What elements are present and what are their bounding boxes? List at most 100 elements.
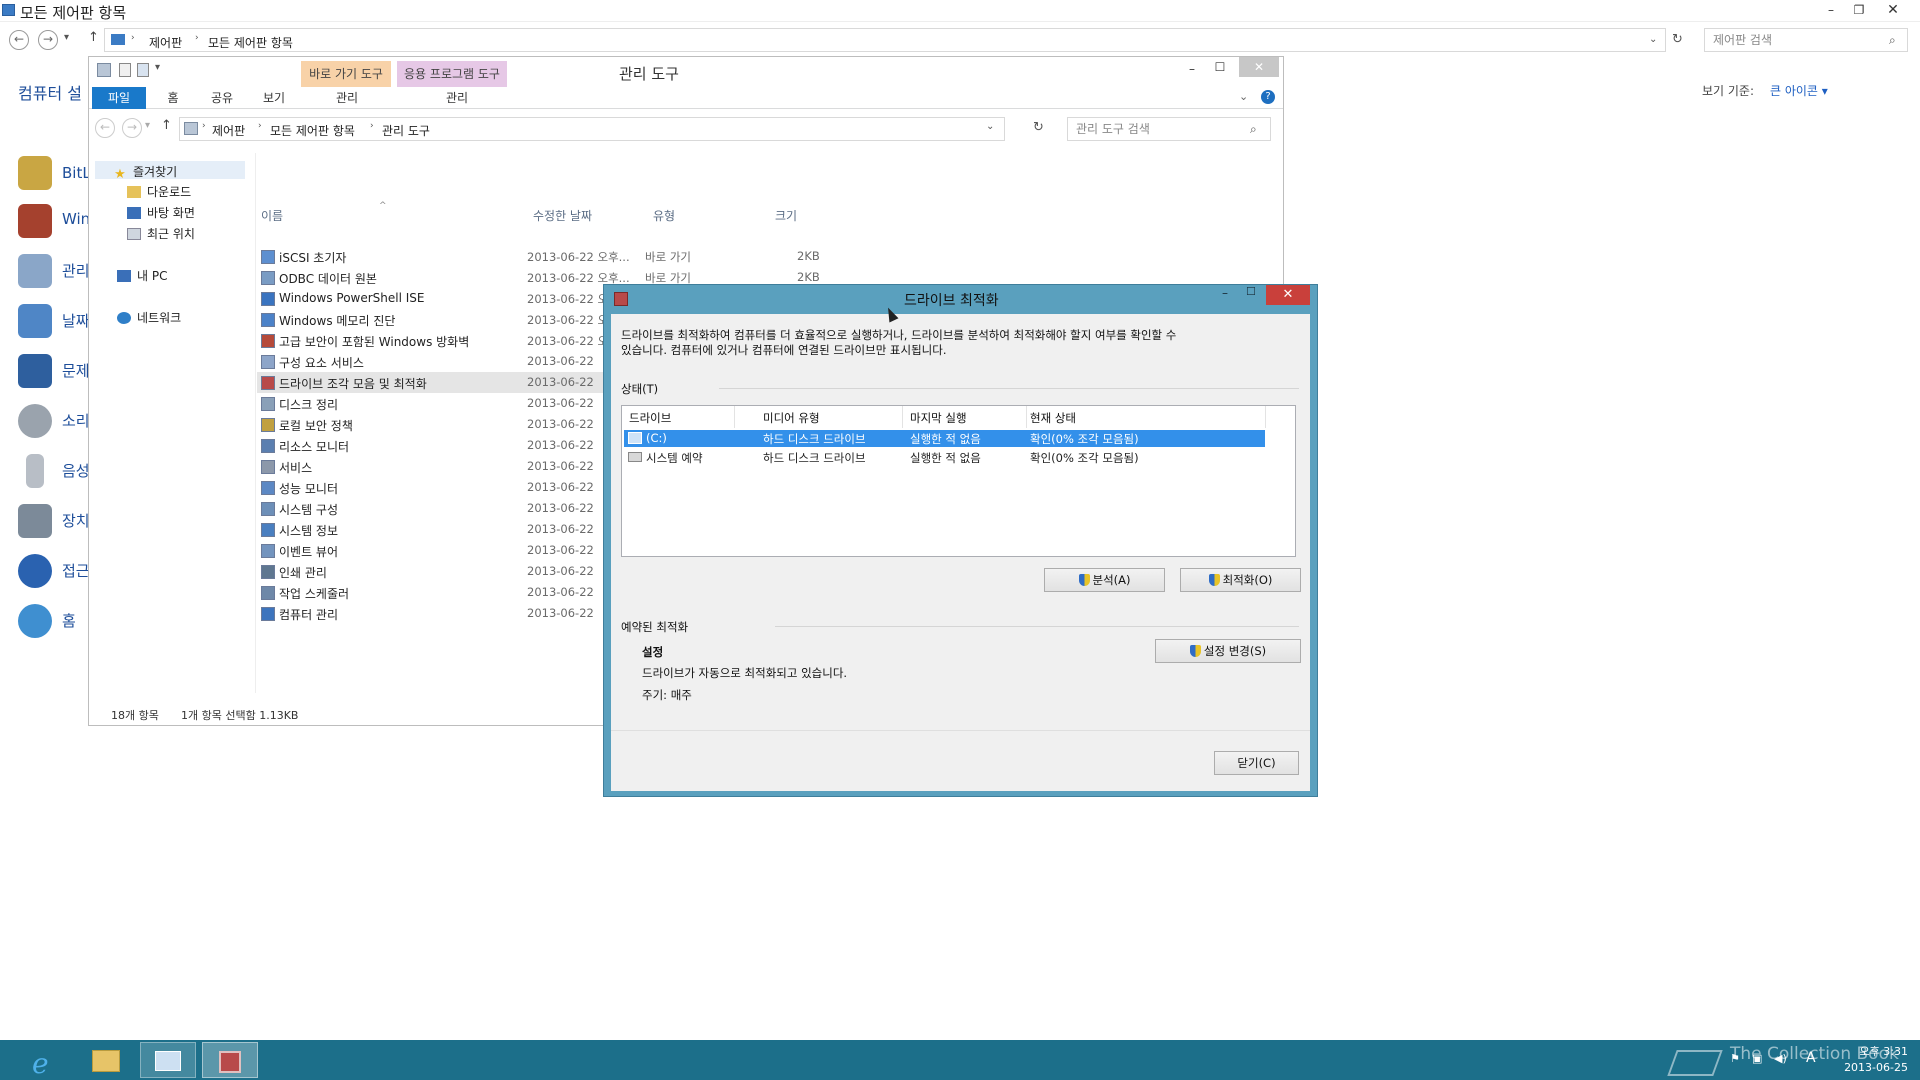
minimize-button[interactable]: – bbox=[1818, 0, 1844, 20]
tree-item-recent[interactable]: 최근 위치 bbox=[127, 225, 195, 242]
explorer-search-input[interactable]: 관리 도구 검색 ⌕ bbox=[1067, 117, 1271, 141]
quick-access-dropdown-icon[interactable]: ▾ bbox=[155, 62, 160, 73]
refresh-icon[interactable]: ↻ bbox=[1672, 32, 1683, 47]
drives-table[interactable]: 드라이브 미디어 유형 마지막 실행 현재 상태 (C:) 하드 디스크 드라이… bbox=[621, 405, 1296, 557]
cp-item-datetime[interactable]: 날짜 bbox=[18, 300, 90, 340]
restore-button[interactable]: ❐ bbox=[1846, 0, 1872, 20]
back-icon[interactable]: ← bbox=[95, 118, 115, 138]
cp-item-bitlocker[interactable]: BitL 화 bbox=[18, 152, 90, 192]
close-dialog-button[interactable]: 닫기(C) bbox=[1214, 751, 1299, 775]
ribbon-expand-icon[interactable]: ⌄ bbox=[1239, 90, 1248, 103]
cp-item-ease-access[interactable]: 접근 bbox=[18, 550, 90, 590]
drive-row-system-reserved[interactable]: 시스템 예약 하드 디스크 드라이브 실행한 적 없음 확인(0% 조각 모음됨… bbox=[624, 449, 1265, 466]
optimize-button[interactable]: 최적화(O) bbox=[1180, 568, 1301, 592]
taskbar-file-explorer[interactable] bbox=[78, 1042, 134, 1078]
breadcrumb-control-panel[interactable]: 제어판 bbox=[212, 122, 245, 139]
taskbar-control-panel[interactable] bbox=[140, 1042, 196, 1078]
shortcut-icon bbox=[261, 397, 275, 411]
control-panel-search-input[interactable]: 제어판 검색 ⌕ bbox=[1704, 28, 1908, 52]
tree-item-favorites[interactable]: ★ 즐겨찾기 bbox=[113, 163, 177, 182]
up-icon[interactable]: ↑ bbox=[161, 118, 172, 133]
maximize-button[interactable]: ☐ bbox=[1207, 57, 1233, 77]
cp-item-admin-tools[interactable]: 관리 bbox=[18, 250, 90, 290]
column-header-date[interactable]: 수정한 날짜 bbox=[533, 207, 592, 224]
cp-item-sound[interactable]: 소리 bbox=[18, 400, 90, 440]
tree-label: 바탕 화면 bbox=[147, 206, 195, 220]
tab-home[interactable]: 홈 bbox=[153, 87, 193, 109]
explorer-address-box[interactable]: › 제어판 › 모든 제어판 항목 › 관리 도구 ⌄ bbox=[179, 117, 1005, 141]
column-header-drive[interactable]: 드라이브 bbox=[629, 410, 671, 426]
cp-item-devices[interactable]: 장치 bbox=[18, 500, 90, 540]
control-panel-address-bar: ← → ▾ ↑ › 제어판 › 모든 제어판 항목 ⌄ ↻ 제어판 검색 ⌕ bbox=[0, 26, 1920, 54]
taskbar-defrag[interactable] bbox=[202, 1042, 258, 1078]
column-header-size[interactable]: 크기 bbox=[775, 207, 797, 224]
tab-share[interactable]: 공유 bbox=[197, 87, 247, 109]
optimize-drives-dialog: 드라이브 최적화 – ☐ ✕ 드라이브를 최적화하여 컴퓨터를 더 효율적으로 … bbox=[603, 284, 1318, 797]
recent-pages-icon[interactable]: ▾ bbox=[145, 120, 150, 131]
refresh-icon[interactable]: ↻ bbox=[1033, 120, 1044, 135]
tree-item-downloads[interactable]: 다운로드 bbox=[127, 183, 191, 200]
file-name: 드라이브 조각 모음 및 최적화 bbox=[279, 377, 427, 391]
up-icon[interactable]: ↑ bbox=[88, 30, 99, 45]
maximize-button[interactable]: ☐ bbox=[1246, 285, 1256, 298]
view-by-dropdown[interactable]: 큰 아이콘 ▾ bbox=[1770, 82, 1828, 99]
tree-item-network[interactable]: 네트워크 bbox=[117, 309, 181, 326]
forward-icon[interactable]: → bbox=[122, 118, 142, 138]
chevron-down-icon[interactable]: ⌄ bbox=[1649, 34, 1657, 45]
close-button[interactable]: ✕ bbox=[1239, 57, 1279, 77]
tree-item-pc[interactable]: 내 PC bbox=[117, 267, 167, 284]
tab-view[interactable]: 보기 bbox=[249, 87, 299, 109]
control-panel-icon bbox=[2, 4, 15, 16]
minimize-button[interactable]: – bbox=[1179, 59, 1205, 79]
network-icon bbox=[117, 312, 131, 324]
taskbar-clock[interactable]: 오후 3:31 2013-06-25 bbox=[1832, 1044, 1908, 1076]
back-icon[interactable]: ← bbox=[9, 30, 29, 50]
breadcrumb-control-panel[interactable]: 제어판 bbox=[149, 34, 182, 51]
file-row[interactable]: iSCSI 초기자 2013-06-22 오후... 바로 가기 2KB bbox=[257, 246, 857, 267]
help-icon[interactable]: ? bbox=[1261, 90, 1275, 104]
breadcrumb-admin-tools[interactable]: 관리 도구 bbox=[382, 122, 430, 139]
file-name: Windows 메모리 진단 bbox=[279, 314, 396, 328]
recent-pages-icon[interactable]: ▾ bbox=[64, 32, 69, 43]
column-header-media[interactable]: 미디어 유형 bbox=[763, 410, 820, 426]
tab-manage-shortcut[interactable]: 관리 bbox=[307, 87, 387, 109]
tab-manage-app[interactable]: 관리 bbox=[407, 87, 507, 109]
tree-label: 최근 위치 bbox=[147, 227, 195, 241]
column-divider bbox=[734, 406, 735, 428]
drive-row-c[interactable]: (C:) 하드 디스크 드라이브 실행한 적 없음 확인(0% 조각 모음됨) bbox=[624, 430, 1265, 447]
file-date: 2013-06-22 bbox=[527, 585, 594, 599]
column-header-type[interactable]: 유형 bbox=[653, 207, 675, 224]
minimize-button[interactable]: – bbox=[1222, 286, 1228, 300]
chevron-down-icon[interactable]: ⌄ bbox=[986, 121, 994, 132]
status-separator bbox=[719, 388, 1299, 389]
explorer-address-bar: ← → ▾ ↑ › 제어판 › 모든 제어판 항목 › 관리 도구 ⌄ ↻ 관리… bbox=[89, 113, 1283, 143]
new-folder-icon[interactable] bbox=[137, 63, 149, 77]
cp-item-speech[interactable]: 음성 bbox=[18, 450, 90, 490]
cp-item-homegroup[interactable]: 홈 bbox=[18, 600, 90, 640]
column-header-last-run[interactable]: 마지막 실행 bbox=[910, 410, 967, 426]
tree-item-desktop[interactable]: 바탕 화면 bbox=[127, 204, 195, 221]
chevron-right-icon: › bbox=[258, 121, 262, 131]
breadcrumb-all-items[interactable]: 모든 제어판 항목 bbox=[270, 122, 355, 139]
watermark-book-icon bbox=[1667, 1050, 1723, 1076]
address-box[interactable]: › 제어판 › 모든 제어판 항목 ⌄ bbox=[104, 28, 1666, 52]
analyze-button[interactable]: 분석(A) bbox=[1044, 568, 1165, 592]
close-button[interactable]: ✕ bbox=[1880, 0, 1906, 20]
speech-icon bbox=[26, 454, 44, 488]
close-button[interactable]: ✕ bbox=[1266, 285, 1310, 305]
breadcrumb-all-items[interactable]: 모든 제어판 항목 bbox=[208, 34, 293, 51]
shortcut-icon bbox=[261, 544, 275, 558]
column-header-name[interactable]: 이름 bbox=[261, 207, 283, 224]
forward-icon[interactable]: → bbox=[38, 30, 58, 50]
change-settings-button[interactable]: 설정 변경(S) bbox=[1155, 639, 1301, 663]
cp-item-label: 홈 bbox=[62, 612, 76, 630]
cp-item-firewall[interactable]: Win bbox=[18, 200, 90, 240]
column-header-status[interactable]: 현재 상태 bbox=[1030, 410, 1076, 426]
file-date: 2013-06-22 bbox=[527, 396, 594, 410]
cp-item-troubleshoot[interactable]: 문제 bbox=[18, 350, 90, 390]
description-line-2: 있습니다. 컴퓨터에 있거나 컴퓨터에 연결된 드라이브만 표시됩니다. bbox=[621, 343, 947, 357]
tab-file[interactable]: 파일 bbox=[92, 87, 146, 109]
taskbar-internet-explorer[interactable]: e bbox=[18, 1042, 74, 1080]
properties-icon[interactable] bbox=[119, 63, 131, 77]
chevron-right-icon: › bbox=[202, 121, 206, 131]
